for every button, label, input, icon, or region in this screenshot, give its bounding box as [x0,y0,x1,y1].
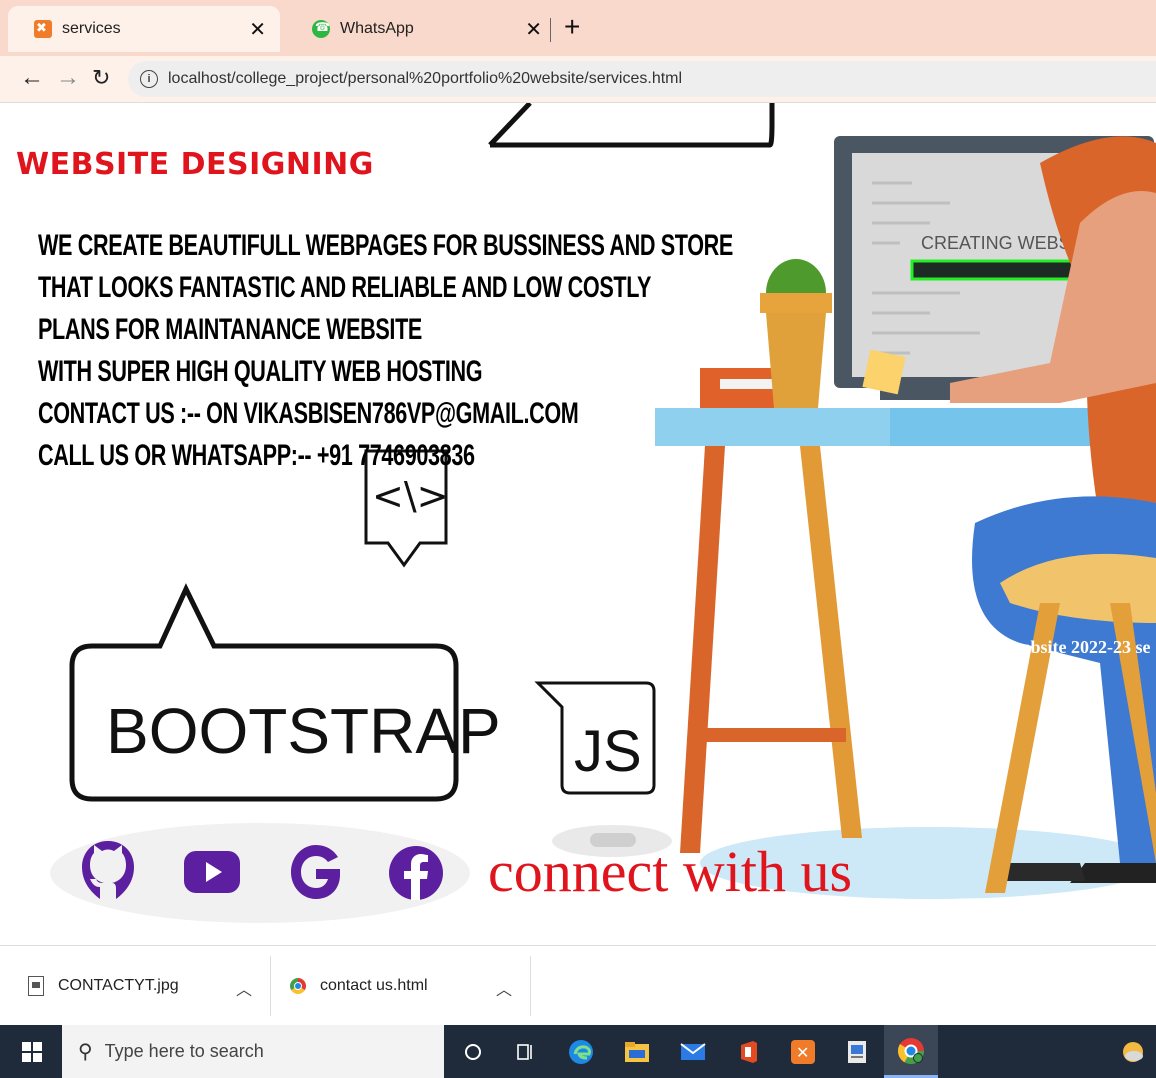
tab-title: services [62,20,121,37]
github-icon[interactable] [78,837,138,907]
taskbar-search-box[interactable]: ⚲ Type here to search [62,1025,444,1078]
project-footer-text: oject website 2022-23 se [968,637,1151,657]
description-line: THAT LOOKS FANTASTIC AND RELIABLE AND LO… [38,271,652,304]
site-info-icon[interactable]: i [140,70,158,88]
page-content: CREATING WEBSITE... <\> BOOTSTRAP JS WEB… [0,103,1156,945]
description-line: CONTACT US :-- ON VIKASBISEN786VP@GMAIL.… [38,397,579,430]
download-separator [270,956,271,1016]
windows-taskbar: ⚲ Type here to search ✕ [0,1025,1156,1078]
office-icon[interactable] [734,1037,764,1067]
download-separator [530,956,531,1016]
browser-toolbar: ← → ↻ i localhost/college_project/person… [0,56,1156,103]
tab-whatsapp[interactable]: WhatsApp ✕ [286,6,556,52]
image-file-icon [28,976,44,996]
desk-crossbar [706,728,846,742]
forward-arrow-icon[interactable]: → [56,64,80,92]
weather-icon[interactable] [1118,1037,1148,1067]
bootstrap-speech-bubble [69,583,459,802]
connect-with-us-text: connect with us [488,839,853,904]
download-item[interactable]: contact us.html ︿ [290,946,530,1026]
top-speech-bubble [488,103,775,148]
download-filename: contact us.html [320,977,428,994]
xampp-icon[interactable]: ✕ [788,1037,818,1067]
description-line: WE CREATE BEAUTIFULL WEBPAGES FOR BUSSIN… [38,229,733,262]
new-tab-button[interactable]: + [564,12,580,42]
cortana-icon[interactable] [458,1037,488,1067]
svg-text:<\>: <\> [372,474,448,518]
description-line: PLANS FOR MAINTANANCE WEBSITE [38,313,422,346]
svg-text:✕: ✕ [796,1043,809,1062]
page-heading: WEBSITE DESIGNING [16,147,374,182]
browser-tab-strip: services ✕ WhatsApp ✕ + [0,0,1156,56]
chevron-up-icon[interactable]: ︿ [236,976,252,1000]
desk-leg [680,446,725,853]
reload-icon[interactable]: ↻ [92,64,110,92]
mail-icon[interactable] [678,1037,708,1067]
chevron-up-icon[interactable]: ︿ [496,976,512,1000]
chrome-icon [897,1038,925,1065]
tab-separator [550,18,551,42]
tab-title: WhatsApp [340,20,414,37]
taskbar-search-placeholder: Type here to search [104,1041,264,1061]
address-url: localhost/college_project/personal%20por… [168,70,683,87]
downloads-bar: CONTACTYT.jpg ︿ contact us.html ︿ [0,945,1156,1026]
file-explorer-icon[interactable] [622,1037,652,1067]
desk-leg [800,446,862,838]
windows-start-icon[interactable] [22,1042,42,1062]
description-line: CALL US OR WHATSAPP:-- +91 7746903836 [38,439,475,472]
description-line: WITH SUPER HIGH QUALITY WEB HOSTING [38,355,483,388]
chrome-taskbar-slot[interactable] [884,1025,938,1078]
services-description: WE CREATE BEAUTIFULL WEBPAGES FOR BUSSIN… [38,225,733,477]
download-filename: CONTACTYT.jpg [58,977,179,994]
close-tab-icon[interactable]: ✕ [525,17,542,42]
whatsapp-favicon-icon [312,20,330,38]
search-icon: ⚲ [78,1041,93,1063]
xampp-favicon-icon [34,20,52,38]
youtube-icon[interactable] [182,837,242,907]
download-item[interactable]: CONTACTYT.jpg ︿ [28,946,270,1026]
google-icon[interactable] [286,837,346,907]
task-view-icon[interactable] [510,1037,540,1067]
tab-services[interactable]: services ✕ [8,6,280,52]
svg-text:BOOTSTRAP: BOOTSTRAP [106,695,501,767]
svg-text:JS: JS [574,719,642,784]
chrome-file-icon [290,978,306,994]
facebook-icon[interactable] [386,837,446,907]
photos-icon[interactable] [842,1037,872,1067]
edge-browser-icon[interactable] [566,1037,596,1067]
address-bar[interactable]: i localhost/college_project/personal%20p… [128,61,1156,97]
close-tab-icon[interactable]: ✕ [249,17,266,42]
back-arrow-icon[interactable]: ← [20,64,44,92]
